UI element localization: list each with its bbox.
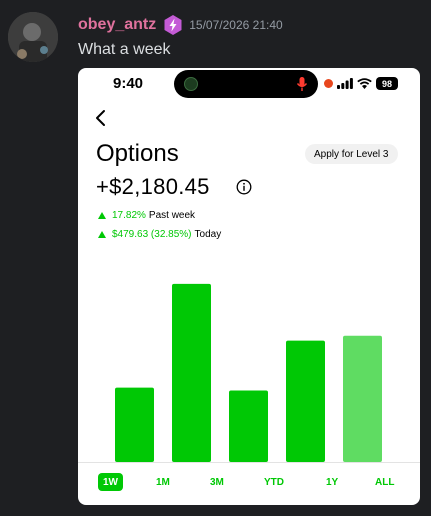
nitro-badge-icon[interactable] [162,13,184,37]
page-title: Options [96,140,179,167]
message-text: What a week [78,41,171,58]
message-timestamp: 15/07/2026 21:40 [189,18,283,32]
weekly-change-label: Past week [148,209,196,221]
wifi-icon [357,78,372,89]
message-header: obey_antz 15/07/2026 21:40 [78,13,283,37]
chart-baseline [78,462,420,463]
range-3m-button[interactable]: 3M [210,473,224,491]
info-icon[interactable] [236,179,252,195]
chart-bar-4 [286,340,325,462]
chart-bar-3 [229,390,268,462]
weekly-change: 17.82% Past week [98,208,195,222]
app-activity-icon [184,77,198,91]
apply-level-button[interactable]: Apply for Level 3 [305,144,398,164]
avatar[interactable] [8,12,58,62]
range-all-button[interactable]: ALL [375,473,394,491]
status-time: 9:40 [113,75,144,92]
dynamic-island [174,70,318,98]
username[interactable]: obey_antz [78,16,156,34]
chart-bar-5 [343,335,382,462]
chart-bar-1 [115,387,154,462]
range-1m-button[interactable]: 1M [156,473,170,491]
up-arrow-icon [98,211,106,219]
up-arrow-icon [98,230,106,238]
portfolio-value: +$2,180.45 [96,174,210,199]
cellular-signal-icon [337,78,353,89]
phone-status-bar: 9:40 98 [78,68,420,100]
range-1y-button[interactable]: 1Y [326,473,338,491]
microphone-icon [296,77,308,91]
screenshot-attachment[interactable]: 9:40 98 Options Apply for Level 3 +$2,18… [78,68,420,505]
range-1w-button[interactable]: 1W [98,473,123,491]
range-ytd-button[interactable]: YTD [264,473,284,491]
performance-bar-chart [115,283,382,462]
chart-bar-2 [172,283,211,462]
recording-indicator-icon [324,79,333,88]
status-icons: 98 [324,77,398,90]
daily-change-amount: $479.63 (32.85%) [112,228,192,240]
battery-indicator: 98 [376,77,398,90]
back-chevron-icon[interactable] [93,108,109,128]
time-range-selector: 1W 1M 3M YTD 1Y ALL [98,473,403,491]
chat-message: obey_antz 15/07/2026 21:40 What a week 9… [0,0,431,516]
daily-change-label: Today [194,228,222,240]
weekly-change-amount: 17.82% [112,209,146,221]
daily-change: $479.63 (32.85%) Today [98,227,221,241]
